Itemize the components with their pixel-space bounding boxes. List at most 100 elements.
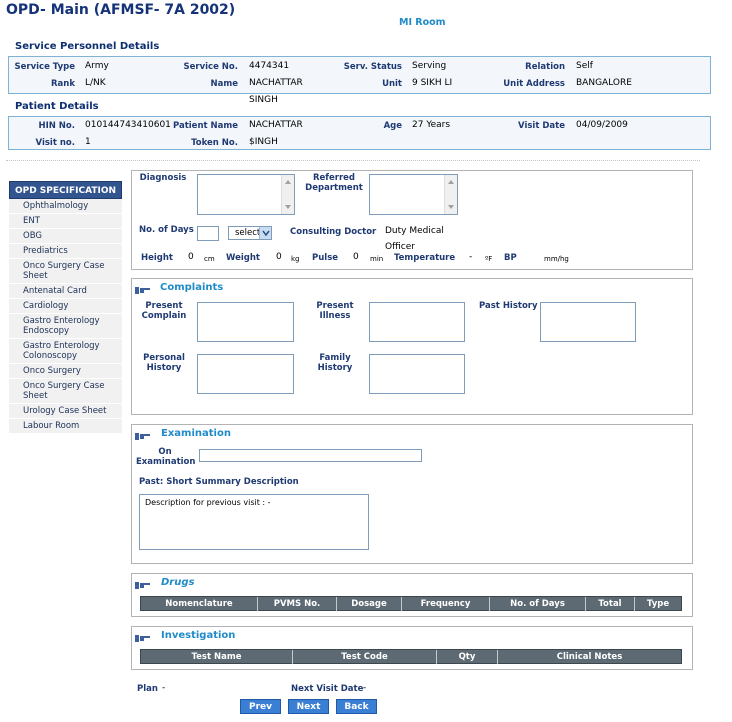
present-illness-textarea[interactable] (369, 302, 465, 342)
visit-date-value: 04/09/2009 (576, 120, 628, 130)
diagnosis-label: Diagnosis (139, 173, 187, 183)
prev-button[interactable]: Prev (240, 699, 281, 714)
patient-details-tab: Patient Details (8, 99, 136, 116)
diagnosis-scrollbar[interactable] (281, 175, 294, 214)
pulse-label: Pulse (312, 253, 339, 263)
sidebar-item[interactable]: Prediatrics (9, 244, 122, 259)
sidebar-item[interactable]: Onco Surgery (9, 364, 122, 379)
back-button[interactable]: Back (336, 699, 377, 714)
sidebar-item-label: Ophthalmology (23, 201, 89, 211)
service-personnel-tab: Service Personnel Details (8, 39, 190, 56)
visit-no-label: Visit no. (35, 138, 75, 148)
sidebar-item[interactable]: Cardiology (9, 299, 122, 314)
sidebar-item-label: Labour Room (23, 421, 80, 431)
sidebar-item[interactable]: OBG (9, 229, 122, 244)
height-label: Height (141, 253, 173, 263)
unit-address-label: Unit Address (503, 79, 565, 89)
investigation-table-header: Test Name Test Code Qty Clinical Notes (140, 649, 682, 664)
col-test-code: Test Code (293, 650, 437, 664)
hin-value: 010144743410601 (85, 120, 171, 130)
on-examination-input[interactable] (199, 449, 422, 462)
service-no-value: 4474341 (249, 61, 290, 71)
plan-label: Plan (137, 684, 158, 694)
name-label: Name (210, 79, 238, 89)
sidebar-item-label: Cardiology (23, 301, 69, 311)
days-input[interactable] (197, 226, 219, 241)
weight-unit: kg (291, 255, 300, 263)
drugs-table-header: Nomenclature PVMS No. Dosage Frequency N… (140, 596, 682, 611)
room-label: MI Room (399, 17, 446, 28)
bp-unit: mm/hg (544, 255, 569, 263)
past-summary-textarea[interactable]: Description for previous visit : - (139, 494, 369, 550)
sidebar-heading: OPD SPECIFICATION (9, 181, 122, 199)
consulting-doctor-value-2: Officer (385, 242, 415, 252)
col-no-of-days: No. of Days (490, 597, 586, 611)
complaints-panel (131, 278, 693, 415)
days-select-value: select (235, 228, 261, 238)
rank-value: L/NK (85, 78, 106, 88)
sidebar-item-label: Antenatal Card (23, 286, 87, 296)
family-history-textarea[interactable] (369, 354, 465, 394)
chevron-down-icon (259, 227, 271, 239)
next-visit-label: Next Visit Date (291, 684, 364, 694)
sidebar-item-label: Onco Surgery (23, 366, 81, 376)
sidebar-item-label: Onco Surgery Case (23, 381, 105, 391)
sidebar-item[interactable]: Onco Surgery Case Sheet (9, 259, 122, 284)
name-value-line2: SINGH (249, 95, 278, 105)
sidebar-item[interactable]: Urology Case Sheet (9, 404, 122, 419)
diagnosis-textarea[interactable] (197, 174, 295, 215)
referred-label-2: Department (305, 183, 363, 193)
sidebar-item[interactable]: Antenatal Card (9, 284, 122, 299)
age-label: Age (383, 121, 402, 131)
referred-scrollbar[interactable] (444, 175, 457, 214)
name-value-line1: NACHATTAR (249, 78, 303, 88)
sidebar-item[interactable]: ENT (9, 214, 122, 229)
next-button[interactable]: Next (288, 699, 329, 714)
sidebar-item-label: Gastro Enterology (23, 316, 100, 326)
patient-details-tab-label: Patient Details (15, 101, 99, 112)
col-frequency: Frequency (402, 597, 490, 611)
unit-value: 9 SIKH LI (412, 78, 453, 88)
examination-title: Examination (161, 428, 231, 439)
sidebar-item-label: Prediatrics (23, 246, 68, 256)
sidebar-item[interactable]: Gastro Enterology Colonoscopy (9, 339, 122, 364)
sidebar-item-label: Urology Case Sheet (23, 406, 107, 416)
pointer-hand-icon (135, 433, 150, 440)
days-label: No. of Days (139, 225, 194, 235)
pointer-hand-icon (135, 582, 150, 589)
past-history-label: Past History (479, 301, 538, 311)
page-title: OPD- Main (AFMSF- 7A 2002) (6, 2, 236, 18)
consulting-doctor-value-1: Duty Medical (385, 226, 444, 236)
visit-no-value: 1 (85, 137, 91, 147)
relation-label: Relation (525, 62, 565, 72)
serv-status-label: Serv. Status (343, 62, 402, 72)
weight-label: Weight (226, 253, 260, 263)
sidebar-item[interactable]: Labour Room (9, 419, 122, 434)
temperature-unit: ºF (485, 255, 493, 263)
investigation-title: Investigation (161, 630, 236, 641)
referred-department-textarea[interactable] (369, 174, 458, 215)
personal-history-label-1: Personal (143, 353, 185, 363)
on-examination-label-1: On (158, 447, 172, 457)
serv-status-value: Serving (412, 61, 447, 71)
temperature-value: - (469, 252, 473, 262)
next-visit-value: - (363, 683, 367, 693)
personal-history-textarea[interactable] (197, 354, 294, 394)
sidebar-item[interactable]: Gastro Enterology Endoscopy (9, 314, 122, 339)
service-no-label: Service No. (183, 62, 238, 72)
on-examination-label-2: Examination (136, 457, 196, 467)
present-complain-textarea[interactable] (197, 302, 294, 342)
pointer-hand-icon (135, 635, 150, 642)
past-history-textarea[interactable] (540, 302, 636, 342)
col-clinical-notes: Clinical Notes (556, 652, 623, 662)
present-complain-label-2: Complain (141, 311, 187, 321)
present-illness-label-2: Illness (319, 311, 351, 321)
bp-label: BP (504, 253, 517, 263)
col-pvms-no: PVMS No. (258, 597, 337, 611)
sidebar-item[interactable]: Ophthalmology (9, 199, 122, 214)
unit-label: Unit (382, 79, 402, 89)
sidebar-item-label-line2: Sheet (23, 391, 48, 401)
pulse-value: 0 (353, 252, 359, 262)
days-select[interactable]: select (228, 226, 272, 240)
sidebar-item[interactable]: Onco Surgery Case Sheet (9, 379, 122, 404)
